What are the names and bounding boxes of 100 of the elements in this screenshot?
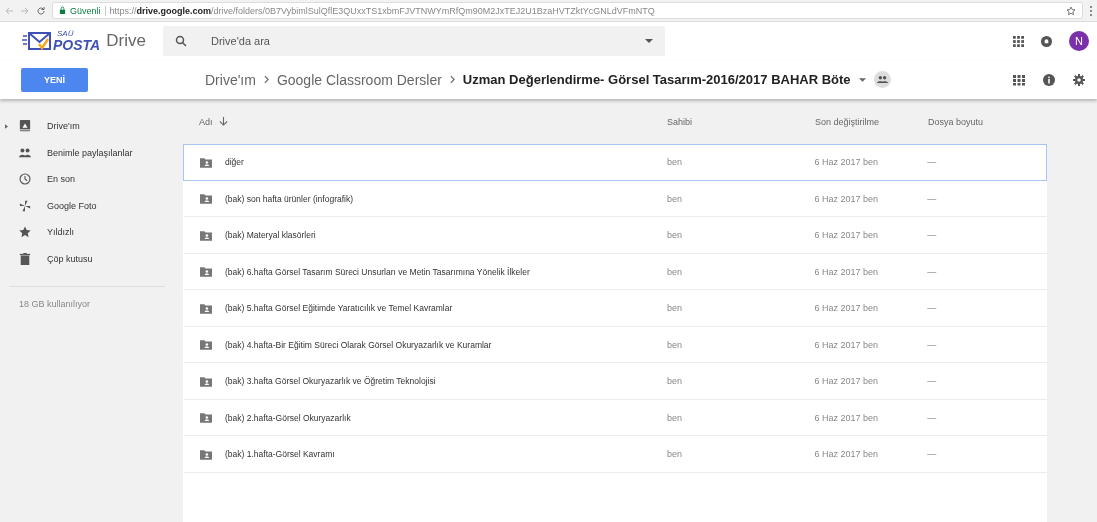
modified-date: 6 Haz 2017 ben (814, 157, 879, 168)
file-name: (bak) 6.hafta Görsel Tasarım Süreci Unsurları ve Metin Tasarımına Yönelik İlkeler (225, 266, 530, 277)
file-size: — (927, 193, 937, 204)
modified-date: 6 Haz 2017 ben (814, 376, 879, 387)
file-name: (bak) Materyal klasörleri (225, 230, 316, 241)
sidebar-item[interactable]: Drive'ım (0, 113, 175, 140)
settings-icon[interactable] (1073, 73, 1085, 86)
shared-folder-icon (873, 71, 891, 88)
people-icon (19, 146, 31, 159)
trash-icon (19, 252, 31, 265)
column-header[interactable]: Dosya boyutu (928, 116, 984, 127)
modified-date: 6 Haz 2017 ben (814, 412, 879, 423)
owner-cell: ben (666, 266, 682, 277)
apps-grid-icon[interactable] (1013, 35, 1024, 47)
modified-date: 6 Haz 2017 ben (814, 339, 879, 350)
shared-folder-icon (200, 193, 212, 205)
file-row[interactable]: (bak) Materyal klasörleri ben 6 Haz 2017 ben — (183, 217, 1047, 254)
chevron-right-icon (449, 75, 455, 84)
breadcrumb-link[interactable]: Drive'ım (205, 71, 256, 88)
storage-usage: 18 GB kullanılıyor (19, 299, 92, 309)
file-size: — (927, 376, 937, 387)
sidebar-item[interactable]: Çöp kutusu (0, 245, 175, 272)
address-bar[interactable]: Güvenli https://drive.google.com/drive/folders/0B7VybimlSulQflE3QUxxTS1xbmFJVTNWYmRfQm90M2JxTEJ2U1BzaHVTZktYcGNLdVFmNTQ (52, 2, 1083, 19)
owner-cell: ben (666, 412, 682, 423)
product-name: Drive (106, 31, 146, 51)
file-name: (bak) 2.hafta-Görsel Okuryazarlık (225, 412, 351, 423)
url-text: https://drive.google.com/drive/folders/0B7VybimlSulQflE3QUxxTS1xbmFJVTNWYmRfQm90M2JxTEJ2U1BzaHVTZktYcGNLdVFmNTQ (109, 5, 656, 16)
info-icon[interactable] (1043, 73, 1055, 86)
search-bar[interactable]: Drive'da ara (163, 26, 665, 56)
sidebar-item[interactable]: En son (0, 166, 175, 193)
owner-cell: ben (666, 449, 682, 460)
sidebar-item[interactable]: Benimle paylaşılanlar (0, 139, 175, 166)
reload-icon[interactable] (36, 5, 46, 16)
lock-icon (59, 6, 66, 15)
pinwheel-icon (19, 199, 31, 212)
breadcrumb-link[interactable]: Uzman Değerlendirme- Görsel Tasarım-2016/2017 BAHAR Böte (462, 72, 851, 87)
owner-cell: ben (666, 339, 682, 350)
shared-folder-icon (200, 375, 212, 387)
logo-wordmark: POSTA (53, 38, 101, 52)
file-size: — (927, 230, 937, 241)
shared-folder-icon (200, 412, 212, 424)
shared-folder-icon (200, 302, 212, 314)
account-avatar[interactable]: N (1069, 31, 1089, 51)
sidebar-item[interactable]: Google Foto (0, 192, 175, 219)
file-size: — (927, 303, 937, 314)
shared-folder-icon (200, 156, 212, 168)
modified-date: 6 Haz 2017 ben (814, 193, 879, 204)
search-icon (175, 35, 187, 47)
file-row[interactable]: (bak) 6.hafta Görsel Tasarım Süreci Unsurları ve Metin Tasarımına Yönelik İlkeler ben 6 Haz 2017 ben — (183, 253, 1047, 290)
file-name: (bak) 5.hafta Görsel Eğitimde Yaratıcılık ve Temel Kavramlar (225, 303, 453, 314)
file-size: — (927, 339, 937, 350)
file-row[interactable]: diğer ben 6 Haz 2017 ben — (183, 144, 1047, 181)
file-size: — (927, 412, 937, 423)
file-row[interactable]: (bak) 5.hafta Görsel Eğitimde Yaratıcılık ve Temel Kavramlar ben 6 Haz 2017 ben — (183, 290, 1047, 327)
file-row[interactable]: (bak) 3.hafta Görsel Okuryazarlık ve Öğretim Teknolojisi ben 6 Haz 2017 ben — (183, 363, 1047, 400)
envelope-logo-icon (22, 30, 52, 52)
column-header[interactable]: Son değiştirilme (815, 116, 880, 127)
search-input[interactable]: Drive'da ara (209, 34, 645, 48)
modified-date: 6 Haz 2017 ben (814, 449, 879, 460)
chevron-right-icon (263, 75, 269, 84)
file-row[interactable]: (bak) 2.hafta-Görsel Okuryazarlık ben 6 Haz 2017 ben — (183, 399, 1047, 436)
file-name: (bak) son hafta ürünler (infografik) (225, 193, 354, 204)
file-row[interactable]: (bak) 1.hafta-Görsel Kavramı ben 6 Haz 2017 ben — (183, 436, 1047, 473)
shared-folder-icon (200, 266, 212, 278)
file-size: — (927, 266, 937, 277)
owner-cell: ben (666, 193, 682, 204)
shared-folder-icon (200, 339, 212, 351)
modified-date: 6 Haz 2017 ben (814, 303, 879, 314)
drive-icon (19, 120, 31, 133)
new-button[interactable]: YENİ (21, 67, 88, 92)
logo-caption: SAÜ (56, 30, 75, 38)
star-icon (19, 226, 31, 239)
bookmark-star-icon[interactable] (1066, 5, 1076, 16)
column-header[interactable]: Adı (199, 116, 213, 127)
file-size: — (927, 157, 937, 168)
dropdown-caret-icon[interactable] (645, 39, 653, 43)
breadcrumb-link[interactable]: Google Classroom Dersler (276, 71, 442, 88)
file-name: (bak) 4.hafta-Bir Eğitim Süreci Olarak Görsel Okuryazarlık ve Kuramlar (225, 339, 492, 350)
file-name: (bak) 1.hafta-Görsel Kavramı (225, 449, 335, 460)
file-name: diğer (225, 157, 244, 168)
owner-cell: ben (666, 376, 682, 387)
column-header[interactable]: Sahibi (667, 116, 693, 127)
dropdown-caret-icon[interactable] (858, 77, 866, 82)
sort-arrow-down-icon[interactable] (218, 117, 228, 126)
shared-folder-icon (200, 229, 212, 241)
notification-bell-icon[interactable] (1041, 35, 1052, 47)
file-size: — (927, 449, 937, 460)
modified-date: 6 Haz 2017 ben (814, 230, 879, 241)
clock-icon (19, 173, 31, 186)
file-row[interactable]: (bak) 4.hafta-Bir Eğitim Süreci Olarak Görsel Okuryazarlık ve Kuramlar ben 6 Haz 2017 ben — (183, 326, 1047, 363)
owner-cell: ben (666, 157, 682, 168)
sidebar-item[interactable]: Yıldızlı (0, 219, 175, 246)
owner-cell: ben (666, 303, 682, 314)
expand-arrow-icon[interactable] (4, 123, 8, 129)
menu-icon[interactable] (1089, 4, 1093, 17)
file-row[interactable]: (bak) son hafta ürünler (infografik) ben 6 Haz 2017 ben — (183, 180, 1047, 217)
grid-view-icon[interactable] (1013, 73, 1025, 86)
owner-cell: ben (666, 230, 682, 241)
security-label: Güvenli (70, 5, 106, 16)
file-name: (bak) 3.hafta Görsel Okuryazarlık ve Öğretim Teknolojisi (225, 376, 436, 387)
